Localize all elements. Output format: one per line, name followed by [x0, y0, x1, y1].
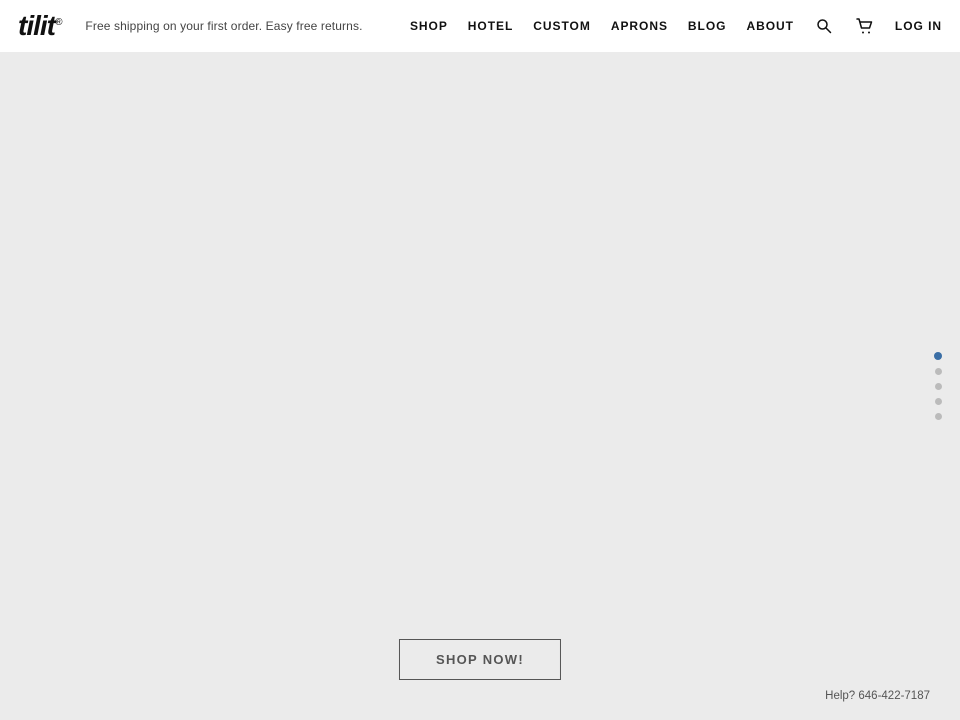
nav-item-blog[interactable]: BLOG	[688, 19, 727, 33]
slide-dots	[934, 352, 942, 420]
nav-item-shop[interactable]: SHOP	[410, 19, 448, 33]
login-link[interactable]: LOG IN	[895, 19, 942, 33]
cart-icon	[856, 18, 873, 35]
nav-item-aprons[interactable]: APRONS	[611, 19, 668, 33]
slide-dot-5[interactable]	[935, 413, 942, 420]
logo[interactable]: tilit®	[18, 12, 61, 40]
logo-text: tilit	[18, 12, 55, 40]
header-left: tilit® Free shipping on your first order…	[18, 12, 363, 40]
search-button[interactable]	[814, 16, 834, 36]
help-text: Help? 646-422-7187	[825, 690, 930, 702]
slide-dot-3[interactable]	[935, 383, 942, 390]
slide-dot-1[interactable]	[934, 352, 942, 360]
nav-item-about[interactable]: ABOUT	[746, 19, 793, 33]
header: tilit® Free shipping on your first order…	[0, 0, 960, 52]
search-icon	[816, 18, 832, 34]
main-content: SHOP NOW! Help? 646-422-7187	[0, 52, 960, 720]
tagline: Free shipping on your first order. Easy …	[85, 19, 362, 33]
slide-dot-4[interactable]	[935, 398, 942, 405]
main-nav: SHOP HOTEL CUSTOM APRONS BLOG ABOUT LOG …	[410, 16, 942, 37]
nav-item-custom[interactable]: CUSTOM	[533, 19, 591, 33]
shop-now-button[interactable]: SHOP NOW!	[399, 639, 561, 680]
cart-button[interactable]	[854, 16, 875, 37]
slide-dot-2[interactable]	[935, 368, 942, 375]
shop-now-container: SHOP NOW!	[399, 639, 561, 680]
logo-registered: ®	[55, 18, 61, 28]
nav-item-hotel[interactable]: HOTEL	[468, 19, 513, 33]
